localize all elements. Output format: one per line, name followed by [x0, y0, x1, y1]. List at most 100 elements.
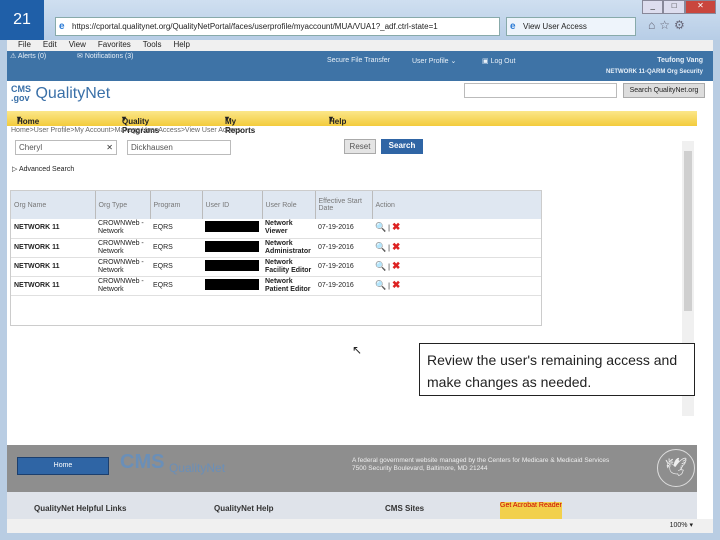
nav-help[interactable]: Help ▾: [329, 114, 346, 126]
mouse-cursor-icon: ↖: [352, 343, 363, 357]
alerts-link[interactable]: ⚠ Alerts (0): [10, 52, 46, 60]
delete-icon[interactable]: ✖: [392, 222, 400, 233]
site-header: ⚠ Alerts (0) ✉ Notifications (3) Secure …: [7, 51, 713, 81]
view-icon[interactable]: 🔍: [375, 280, 386, 290]
footer-qualitynet-logo: QualityNet: [169, 461, 226, 475]
helpful-links[interactable]: QualityNet Helpful Links: [34, 504, 126, 513]
footer-links: QualityNet Helpful Links QualityNet Help…: [7, 492, 697, 519]
user-role: Network Patient Editor: [262, 276, 315, 296]
tab-title: View User Access: [523, 22, 587, 31]
program: EQRS: [150, 219, 202, 239]
last-name-input[interactable]: Dickhausen: [127, 140, 231, 155]
menu-bar: File Edit View Favorites Tools Help: [7, 40, 713, 51]
col-user-role: User Role: [262, 191, 316, 219]
footer-cms-logo: CMS: [120, 451, 165, 473]
browser-tab[interactable]: e View User Access: [506, 17, 636, 36]
cms-sites-link[interactable]: CMS Sites: [385, 504, 424, 513]
redacted-user-id: [205, 240, 259, 252]
ie-icon: e: [59, 21, 65, 32]
user-profile-menu[interactable]: User Profile ⌄: [412, 57, 456, 65]
actions: 🔍 | ✖: [372, 238, 541, 258]
table-row: NETWORK 11 CROWNWeb - Network EQRS Netwo…: [11, 238, 541, 258]
program: EQRS: [150, 238, 202, 258]
menu-help[interactable]: Help: [173, 40, 189, 51]
redacted-user-id: [205, 278, 259, 290]
actions: 🔍 | ✖: [372, 257, 541, 277]
qualitynet-help-link[interactable]: QualityNet Help: [214, 504, 274, 513]
maximize-button[interactable]: □: [663, 0, 685, 14]
user-role: Network Administrator: [262, 238, 315, 258]
org-name: NETWORK 11: [11, 238, 95, 258]
log-out-link[interactable]: ▣ Log Out: [482, 57, 515, 65]
menu-favorites[interactable]: Favorites: [98, 40, 131, 51]
table-row: NETWORK 11 CROWNWeb - Network EQRS Netwo…: [11, 276, 541, 296]
reset-button[interactable]: Reset: [344, 139, 376, 154]
org-name: NETWORK 11: [11, 219, 95, 239]
program: EQRS: [150, 257, 202, 277]
menu-view[interactable]: View: [69, 40, 86, 51]
effective-date: 07-19-2016: [315, 257, 372, 277]
zoom-level[interactable]: 100%: [670, 522, 688, 529]
notifications-link[interactable]: ✉ Notifications (3): [77, 52, 133, 60]
view-icon[interactable]: 🔍: [375, 242, 386, 252]
qualitynet-logo[interactable]: CMS .gov QualityNet: [11, 85, 110, 103]
table-row: NETWORK 11 CROWNWeb - Network EQRS Netwo…: [11, 219, 541, 239]
user-access-table: Org Name Org Type Program User ID User R…: [10, 190, 542, 326]
user-role: Network Facility Editor: [262, 257, 315, 277]
acrobat-reader-badge[interactable]: Get Acrobat Reader: [500, 502, 562, 519]
menu-file[interactable]: File: [18, 40, 31, 51]
user-id: [202, 238, 262, 258]
secure-file-transfer-link[interactable]: Secure File Transfer: [327, 57, 390, 64]
minimize-button[interactable]: _: [642, 0, 664, 14]
slide-number: 21: [0, 0, 44, 40]
user-name: Teufong Vang: [657, 57, 703, 64]
nav-my-reports[interactable]: My Reports ▾: [225, 114, 255, 135]
actions: 🔍 | ✖: [372, 276, 541, 296]
search-button[interactable]: Search: [381, 139, 423, 154]
col-program: Program: [150, 191, 203, 219]
close-button[interactable]: ✕: [684, 0, 716, 14]
view-icon[interactable]: 🔍: [375, 222, 386, 232]
site-search-button[interactable]: Search QualityNet.org: [623, 83, 705, 98]
advanced-search-toggle[interactable]: ▷ Advanced Search: [12, 165, 74, 173]
view-icon[interactable]: 🔍: [375, 261, 386, 271]
menu-edit[interactable]: Edit: [43, 40, 57, 51]
user-role: Network Viewer: [262, 219, 315, 239]
instruction-callout: Review the user's remaining access and m…: [419, 343, 695, 396]
col-effective-date: Effective Start Date: [315, 191, 373, 219]
home-icon[interactable]: ⌂: [648, 18, 659, 32]
user-id: [202, 257, 262, 277]
site-search-input[interactable]: [464, 83, 617, 98]
first-name-input[interactable]: Cheryl ✕: [15, 140, 117, 155]
footer-home-button[interactable]: Home: [17, 457, 109, 475]
gear-icon[interactable]: ⚙: [674, 18, 689, 32]
breadcrumb[interactable]: Home>User Profile>My Account>Manage User…: [11, 127, 241, 134]
delete-icon[interactable]: ✖: [392, 242, 400, 253]
org-name: NETWORK 11: [11, 257, 95, 277]
col-org-type: Org Type: [95, 191, 151, 219]
footer-text: A federal government website managed by …: [352, 457, 610, 472]
org-type: CROWNWeb - Network: [95, 276, 150, 296]
program: EQRS: [150, 276, 202, 296]
org-type: CROWNWeb - Network: [95, 238, 150, 258]
favorites-icon[interactable]: ☆: [659, 18, 674, 32]
toolbar-icons: ⌂☆⚙: [648, 18, 689, 32]
nav-home[interactable]: Home ▾: [17, 114, 39, 126]
delete-icon[interactable]: ✖: [392, 261, 400, 272]
main-nav: Home ▾ Quality Programs ▾ My Reports ▾ H…: [7, 111, 697, 135]
table-row: NETWORK 11 CROWNWeb - Network EQRS Netwo…: [11, 257, 541, 277]
col-user-id: User ID: [202, 191, 263, 219]
ie-icon: e: [510, 21, 516, 32]
url-text: https://cportal.qualitynet.org/QualityNe…: [72, 22, 438, 31]
delete-icon[interactable]: ✖: [392, 280, 400, 291]
menu-tools[interactable]: Tools: [143, 40, 162, 51]
nav-quality-programs[interactable]: Quality Programs ▾: [122, 114, 159, 135]
user-org: NETWORK 11-QARM Org Security: [605, 69, 703, 75]
actions: 🔍 | ✖: [372, 219, 541, 239]
scrollbar-thumb[interactable]: [684, 151, 692, 311]
address-bar[interactable]: e https://cportal.qualitynet.org/QualityN…: [55, 17, 500, 36]
clear-icon[interactable]: ✕: [106, 143, 113, 152]
window-controls: _ □ ✕: [642, 0, 716, 14]
col-action: Action: [372, 191, 541, 219]
table-header: Org Name Org Type Program User ID User R…: [11, 191, 541, 219]
